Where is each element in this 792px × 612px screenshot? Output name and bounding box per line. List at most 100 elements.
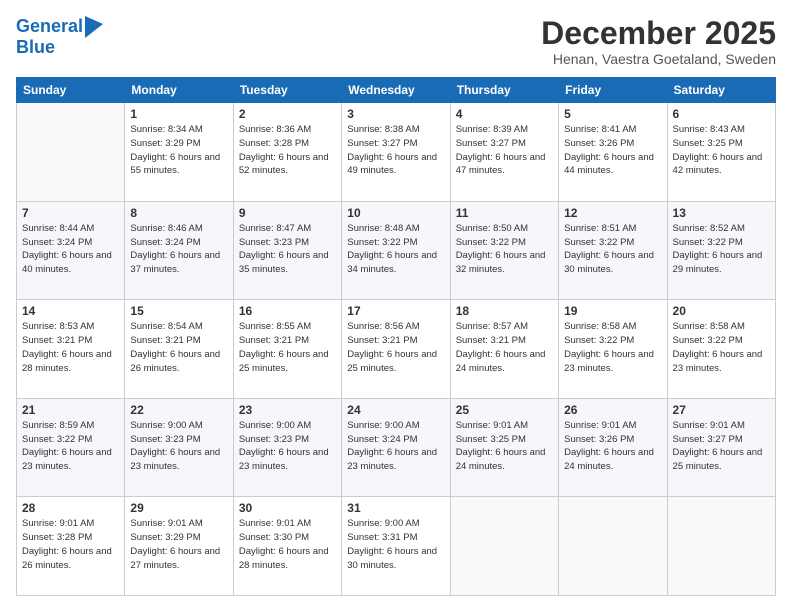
table-row: 25Sunrise: 9:01 AM Sunset: 3:25 PM Dayli… xyxy=(450,398,558,497)
table-row: 19 Sunrise: 8:58 AM Sunset: 3:22 PM Dayli… xyxy=(559,300,667,399)
day-info: Sunrise: 9:00 AM Sunset: 3:23 PM Dayligh… xyxy=(239,419,336,474)
table-row xyxy=(559,497,667,596)
day-info: Sunrise: 8:48 AM Sunset: 3:22 PM Dayligh… xyxy=(347,222,444,277)
table-row: 29 Sunrise: 9:01 AM Sunset: 3:29 PM Dayli… xyxy=(125,497,233,596)
day-number: 26 xyxy=(564,403,661,417)
day-number: 16 xyxy=(239,304,336,318)
day-info: Sunrise: 9:01 AM Sunset: 3:29 PM Dayligh… xyxy=(130,517,227,572)
table-row: 11 Sunrise: 8:50 AM Sunset: 3:22 PM Dayli… xyxy=(450,201,558,300)
day-number: 11 xyxy=(456,206,553,220)
day-info: Sunrise: 8:34 AM Sunset: 3:29 PM Dayligh… xyxy=(130,123,227,178)
day-info: Sunrise: 8:50 AM Sunset: 3:22 PM Dayligh… xyxy=(456,222,553,277)
day-number: 3 xyxy=(347,107,444,121)
day-number: 8 xyxy=(130,206,227,220)
table-row: 2 Sunrise: 8:36 AM Sunset: 3:28 PM Daylig… xyxy=(233,103,341,202)
day-info: Sunrise: 8:53 AM Sunset: 3:21 PM Dayligh… xyxy=(22,320,119,375)
day-number: 23 xyxy=(239,403,336,417)
logo-text-line1: General xyxy=(16,17,83,37)
day-number: 13 xyxy=(673,206,770,220)
col-thursday: Thursday xyxy=(450,78,558,103)
calendar-week-2: 14Sunrise: 8:53 AM Sunset: 3:21 PM Dayli… xyxy=(17,300,776,399)
page: General Blue December 2025 Henan, Vaestr… xyxy=(0,0,792,612)
day-info: Sunrise: 8:58 AM Sunset: 3:22 PM Dayligh… xyxy=(673,320,770,375)
header: General Blue December 2025 Henan, Vaestr… xyxy=(16,16,776,67)
table-row: 14Sunrise: 8:53 AM Sunset: 3:21 PM Dayli… xyxy=(17,300,125,399)
day-number: 25 xyxy=(456,403,553,417)
table-row: 13 Sunrise: 8:52 AM Sunset: 3:22 PM Dayli… xyxy=(667,201,775,300)
col-sunday: Sunday xyxy=(17,78,125,103)
day-number: 28 xyxy=(22,501,119,515)
day-number: 30 xyxy=(239,501,336,515)
day-number: 1 xyxy=(130,107,227,121)
calendar-subtitle: Henan, Vaestra Goetaland, Sweden xyxy=(541,51,776,67)
table-row: 15 Sunrise: 8:54 AM Sunset: 3:21 PM Dayli… xyxy=(125,300,233,399)
day-info: Sunrise: 8:43 AM Sunset: 3:25 PM Dayligh… xyxy=(673,123,770,178)
day-info: Sunrise: 8:46 AM Sunset: 3:24 PM Dayligh… xyxy=(130,222,227,277)
table-row: 9Sunrise: 8:47 AM Sunset: 3:23 PM Daylig… xyxy=(233,201,341,300)
day-info: Sunrise: 8:56 AM Sunset: 3:21 PM Dayligh… xyxy=(347,320,444,375)
day-info: Sunrise: 9:00 AM Sunset: 3:31 PM Dayligh… xyxy=(347,517,444,572)
day-number: 10 xyxy=(347,206,444,220)
table-row: 20Sunrise: 8:58 AM Sunset: 3:22 PM Dayli… xyxy=(667,300,775,399)
day-number: 6 xyxy=(673,107,770,121)
day-number: 24 xyxy=(347,403,444,417)
table-row: 18 Sunrise: 8:57 AM Sunset: 3:21 PM Dayli… xyxy=(450,300,558,399)
col-tuesday: Tuesday xyxy=(233,78,341,103)
logo: General Blue xyxy=(16,16,103,58)
header-row: Sunday Monday Tuesday Wednesday Thursday… xyxy=(17,78,776,103)
table-row xyxy=(17,103,125,202)
table-row: 26 Sunrise: 9:01 AM Sunset: 3:26 PM Dayli… xyxy=(559,398,667,497)
day-info: Sunrise: 9:01 AM Sunset: 3:27 PM Dayligh… xyxy=(673,419,770,474)
day-info: Sunrise: 8:54 AM Sunset: 3:21 PM Dayligh… xyxy=(130,320,227,375)
day-info: Sunrise: 8:52 AM Sunset: 3:22 PM Dayligh… xyxy=(673,222,770,277)
day-number: 15 xyxy=(130,304,227,318)
day-info: Sunrise: 8:36 AM Sunset: 3:28 PM Dayligh… xyxy=(239,123,336,178)
day-info: Sunrise: 8:47 AM Sunset: 3:23 PM Dayligh… xyxy=(239,222,336,277)
table-row: 24Sunrise: 9:00 AM Sunset: 3:24 PM Dayli… xyxy=(342,398,450,497)
day-number: 2 xyxy=(239,107,336,121)
table-row: 8 Sunrise: 8:46 AM Sunset: 3:24 PM Daylig… xyxy=(125,201,233,300)
table-row: 30 Sunrise: 9:01 AM Sunset: 3:30 PM Dayli… xyxy=(233,497,341,596)
day-info: Sunrise: 9:00 AM Sunset: 3:23 PM Dayligh… xyxy=(130,419,227,474)
day-number: 17 xyxy=(347,304,444,318)
table-row: 5 Sunrise: 8:41 AM Sunset: 3:26 PM Daylig… xyxy=(559,103,667,202)
table-row: 7 Sunrise: 8:44 AM Sunset: 3:24 PM Daylig… xyxy=(17,201,125,300)
day-number: 19 xyxy=(564,304,661,318)
day-number: 29 xyxy=(130,501,227,515)
day-number: 5 xyxy=(564,107,661,121)
day-info: Sunrise: 9:01 AM Sunset: 3:28 PM Dayligh… xyxy=(22,517,119,572)
table-row: 17 Sunrise: 8:56 AM Sunset: 3:21 PM Dayli… xyxy=(342,300,450,399)
day-info: Sunrise: 8:51 AM Sunset: 3:22 PM Dayligh… xyxy=(564,222,661,277)
table-row: 22Sunrise: 9:00 AM Sunset: 3:23 PM Dayli… xyxy=(125,398,233,497)
logo-text-line2: Blue xyxy=(16,38,103,58)
day-info: Sunrise: 9:01 AM Sunset: 3:26 PM Dayligh… xyxy=(564,419,661,474)
table-row: 6 Sunrise: 8:43 AM Sunset: 3:25 PM Daylig… xyxy=(667,103,775,202)
day-info: Sunrise: 8:55 AM Sunset: 3:21 PM Dayligh… xyxy=(239,320,336,375)
table-row: 31Sunrise: 9:00 AM Sunset: 3:31 PM Dayli… xyxy=(342,497,450,596)
calendar-week-1: 7 Sunrise: 8:44 AM Sunset: 3:24 PM Daylig… xyxy=(17,201,776,300)
col-monday: Monday xyxy=(125,78,233,103)
day-info: Sunrise: 8:41 AM Sunset: 3:26 PM Dayligh… xyxy=(564,123,661,178)
table-row: 4Sunrise: 8:39 AM Sunset: 3:27 PM Daylig… xyxy=(450,103,558,202)
day-info: Sunrise: 8:39 AM Sunset: 3:27 PM Dayligh… xyxy=(456,123,553,178)
table-row: 12 Sunrise: 8:51 AM Sunset: 3:22 PM Dayli… xyxy=(559,201,667,300)
day-info: Sunrise: 8:57 AM Sunset: 3:21 PM Dayligh… xyxy=(456,320,553,375)
calendar-week-4: 28 Sunrise: 9:01 AM Sunset: 3:28 PM Dayli… xyxy=(17,497,776,596)
calendar-week-3: 21Sunrise: 8:59 AM Sunset: 3:22 PM Dayli… xyxy=(17,398,776,497)
table-row: 28 Sunrise: 9:01 AM Sunset: 3:28 PM Dayli… xyxy=(17,497,125,596)
day-info: Sunrise: 8:44 AM Sunset: 3:24 PM Dayligh… xyxy=(22,222,119,277)
day-info: Sunrise: 9:01 AM Sunset: 3:30 PM Dayligh… xyxy=(239,517,336,572)
col-friday: Friday xyxy=(559,78,667,103)
day-number: 18 xyxy=(456,304,553,318)
table-row: 21Sunrise: 8:59 AM Sunset: 3:22 PM Dayli… xyxy=(17,398,125,497)
table-row: 16 Sunrise: 8:55 AM Sunset: 3:21 PM Dayli… xyxy=(233,300,341,399)
table-row: 10 Sunrise: 8:48 AM Sunset: 3:22 PM Dayli… xyxy=(342,201,450,300)
day-number: 12 xyxy=(564,206,661,220)
day-info: Sunrise: 8:58 AM Sunset: 3:22 PM Dayligh… xyxy=(564,320,661,375)
day-number: 21 xyxy=(22,403,119,417)
logo-icon xyxy=(85,16,103,38)
title-block: December 2025 Henan, Vaestra Goetaland, … xyxy=(541,16,776,67)
col-wednesday: Wednesday xyxy=(342,78,450,103)
day-number: 7 xyxy=(22,206,119,220)
col-saturday: Saturday xyxy=(667,78,775,103)
